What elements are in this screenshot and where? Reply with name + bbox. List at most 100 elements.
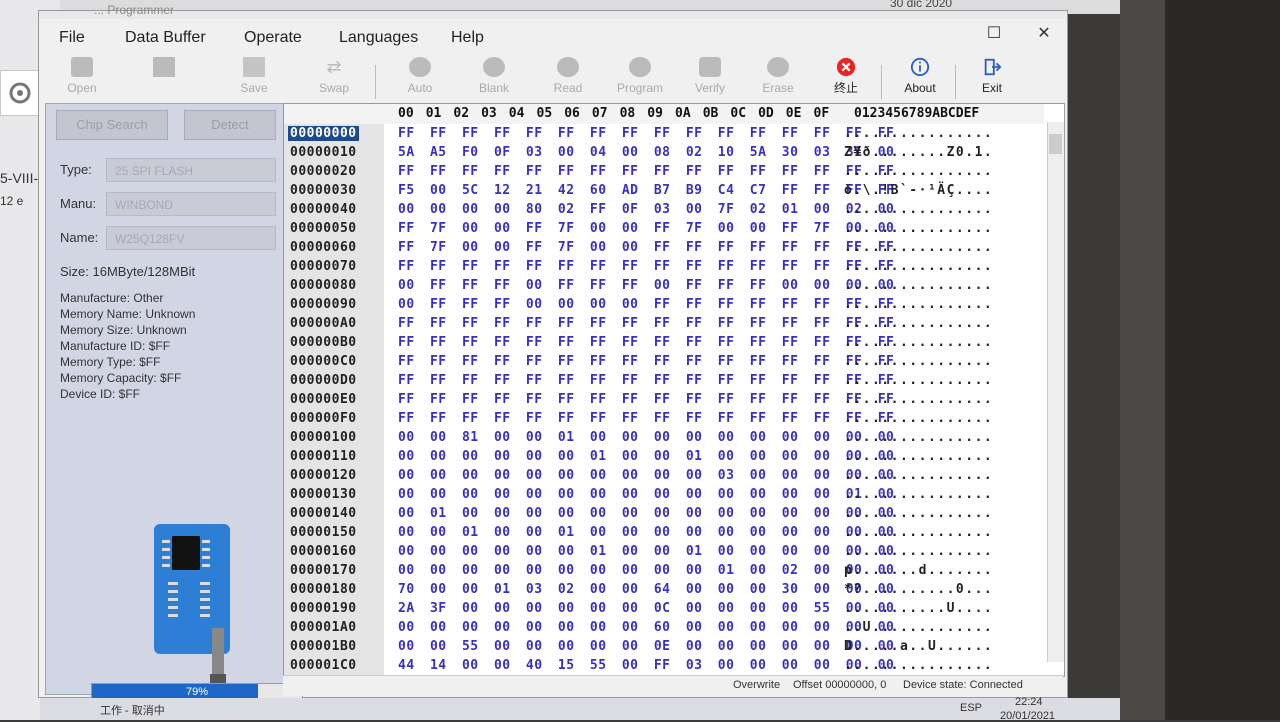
menu-languages[interactable]: Languages [339, 29, 418, 47]
row-bytes[interactable]: FF FF FF FF FF FF FF FF FF FF FF FF FF F… [398, 259, 894, 274]
exit-icon [984, 58, 1002, 76]
row-bytes[interactable]: 00 00 00 00 00 00 00 00 00 00 00 00 00 0… [398, 487, 894, 502]
row-ascii[interactable]: ................ [844, 392, 993, 407]
row-ascii[interactable]: p.......d....... [844, 563, 993, 578]
row-bytes[interactable]: FF FF FF FF FF FF FF FF FF FF FF FF FF F… [398, 392, 894, 407]
row-bytes[interactable]: 00 01 00 00 00 00 00 00 00 00 00 00 00 0… [398, 506, 894, 521]
row-address: 00000020 [290, 164, 357, 179]
type-label: Type: [60, 162, 92, 177]
row-ascii[interactable]: ................ [844, 468, 993, 483]
info-memory-size: Memory Size: Unknown [60, 323, 187, 337]
row-ascii[interactable]: ................ [844, 373, 993, 388]
row-bytes[interactable]: 44 14 00 00 40 15 55 00 FF 03 00 00 00 0… [398, 658, 894, 673]
row-address: 00000010 [290, 145, 357, 160]
status-offset: Offset 00000000, 0 [793, 679, 887, 691]
row-bytes[interactable]: 00 00 00 00 00 00 00 00 00 00 01 00 02 0… [398, 563, 894, 578]
hex-col-header: 0B [702, 106, 719, 121]
row-bytes[interactable]: 00 00 00 00 00 00 01 00 00 01 00 00 00 0… [398, 449, 894, 464]
hex-col-header: 0D [758, 106, 774, 121]
row-bytes[interactable]: 70 00 00 01 03 02 00 00 64 00 00 00 30 0… [398, 582, 894, 597]
row-bytes[interactable]: 00 FF FF FF 00 FF FF FF 00 FF FF FF 00 0… [398, 278, 894, 293]
row-ascii[interactable]: ..U............. [844, 620, 993, 635]
row-bytes[interactable]: FF FF FF FF FF FF FF FF FF FF FF FF FF F… [398, 411, 894, 426]
detect-button[interactable]: Detect [184, 110, 276, 140]
restore-icon[interactable]: ☐ [984, 23, 1004, 43]
row-ascii[interactable]: ................ [844, 164, 993, 179]
row-bytes[interactable]: FF FF FF FF FF FF FF FF FF FF FF FF FF F… [398, 164, 894, 179]
row-ascii[interactable]: ................ [844, 354, 993, 369]
row-address: 000001B0 [290, 639, 357, 654]
menu-file[interactable]: File [59, 29, 85, 47]
row-ascii[interactable]: ...........U.... [844, 601, 993, 616]
row-ascii[interactable]: ................ [844, 506, 993, 521]
row-ascii[interactable]: ................ [844, 449, 993, 464]
row-bytes[interactable]: 00 FF FF FF 00 00 00 00 FF FF FF FF FF F… [398, 297, 894, 312]
row-ascii[interactable]: D.....a..U...... [844, 639, 993, 654]
row-address: 00000000 [288, 126, 359, 141]
erase-icon [767, 57, 789, 77]
row-address: 00000170 [290, 563, 357, 578]
vertical-scrollbar[interactable] [1047, 122, 1064, 662]
row-address: 000001A0 [290, 620, 357, 635]
row-bytes[interactable]: FF FF FF FF FF FF FF FF FF FF FF FF FF F… [398, 354, 894, 369]
background-text-2: 12 e [0, 194, 24, 208]
taskbar: 工作 - 取消中 ESP 22:24 20/01/2021 [40, 696, 1120, 722]
scroll-thumb[interactable] [1049, 134, 1062, 154]
close-icon[interactable]: ✕ [1034, 23, 1054, 43]
row-ascii[interactable]: ................ [844, 411, 993, 426]
row-ascii[interactable]: ................ [844, 259, 993, 274]
row-bytes[interactable]: FF FF FF FF FF FF FF FF FF FF FF FF FF F… [398, 335, 894, 350]
row-ascii[interactable]: ................ [844, 316, 993, 331]
row-bytes[interactable]: 00 00 00 00 00 00 00 00 00 00 03 00 00 0… [398, 468, 894, 483]
row-address: 00000070 [290, 259, 357, 274]
background-text-1: 5-VIII- [0, 170, 39, 186]
row-bytes[interactable]: 00 00 01 00 00 01 00 00 00 00 00 00 00 0… [398, 525, 894, 540]
row-bytes[interactable]: FF 7F 00 00 FF 7F 00 00 FF 7F 00 00 FF 7… [398, 221, 894, 236]
hex-editor[interactable]: 00 01 02 03 04 05 06 07 08 09 0A 0B 0C 0D 0E 0F 01234567… [283, 103, 1065, 677]
row-ascii[interactable]: ................ [844, 240, 993, 255]
taskbar-language[interactable]: ESP [960, 702, 982, 714]
row-bytes[interactable]: F5 00 5C 12 21 42 60 AD B7 B9 C4 C7 FF F… [398, 183, 894, 198]
row-bytes[interactable]: 00 00 00 00 00 00 00 00 60 00 00 00 00 0… [398, 620, 894, 635]
row-ascii[interactable]: ................ [844, 430, 993, 445]
row-bytes[interactable]: 00 00 00 00 00 00 01 00 00 01 00 00 00 0… [398, 544, 894, 559]
row-bytes[interactable]: 00 00 00 00 80 02 FF 0F 03 00 7F 02 01 0… [398, 202, 894, 217]
row-bytes[interactable]: 00 00 81 00 00 01 00 00 00 00 00 00 00 0… [398, 430, 894, 445]
row-bytes[interactable]: FF FF FF FF FF FF FF FF FF FF FF FF FF F… [398, 316, 894, 331]
row-ascii[interactable]: ................ [844, 278, 993, 293]
row-address: 00000180 [290, 582, 357, 597]
hex-col-header: 01 [425, 106, 442, 121]
row-bytes[interactable]: 5A A5 F0 0F 03 00 04 00 08 02 10 5A 30 0… [398, 145, 894, 160]
menu-data-buffer[interactable]: Data Buffer [125, 29, 206, 47]
row-ascii[interactable]: ................ [844, 487, 993, 502]
row-ascii[interactable]: ................ [844, 544, 993, 559]
row-ascii[interactable]: ................ [844, 525, 993, 540]
chip-search-button[interactable]: Chip Search [56, 110, 168, 140]
row-bytes[interactable]: 2A 3F 00 00 00 00 00 00 0C 00 00 00 00 5… [398, 601, 894, 616]
row-bytes[interactable]: FF FF FF FF FF FF FF FF FF FF FF FF FF F… [398, 373, 894, 388]
row-ascii[interactable]: ................ [844, 202, 993, 217]
row-bytes[interactable]: FF 7F 00 00 FF 7F 00 00 FF FF FF FF FF F… [398, 240, 894, 255]
row-ascii[interactable]: ................ [844, 297, 993, 312]
row-address: 00000080 [290, 278, 357, 293]
gear-icon[interactable] [0, 70, 40, 116]
read-icon [557, 57, 579, 77]
taskbar-time: 22:24 [1015, 696, 1043, 708]
menu-help[interactable]: Help [451, 29, 484, 47]
row-ascii[interactable]: õ.\.!B`-·¹ÄÇ.... [844, 183, 993, 198]
status-mode: Overwrite [733, 679, 781, 691]
menu-operate[interactable]: Operate [244, 29, 302, 47]
row-ascii[interactable]: *?..........0... [844, 582, 993, 597]
row-ascii[interactable]: ................ [844, 335, 993, 350]
row-address: 00000190 [290, 601, 357, 616]
row-ascii[interactable]: ................ [844, 658, 993, 673]
size-text: Size: 16MByte/128MBit [60, 264, 196, 279]
row-ascii[interactable]: ................ [844, 221, 993, 236]
row-bytes[interactable]: 00 00 55 00 00 00 00 00 0E 00 00 00 00 0… [398, 639, 894, 654]
row-address: 00000160 [290, 544, 357, 559]
row-ascii[interactable]: ................ [844, 126, 993, 141]
hex-col-header: 03 [481, 106, 497, 121]
row-bytes[interactable]: FF FF FF FF FF FF FF FF FF FF FF FF FF F… [398, 126, 894, 141]
manu-label: Manu: [60, 196, 97, 211]
row-ascii[interactable]: Z¥ð........Z0.1. [844, 145, 993, 160]
